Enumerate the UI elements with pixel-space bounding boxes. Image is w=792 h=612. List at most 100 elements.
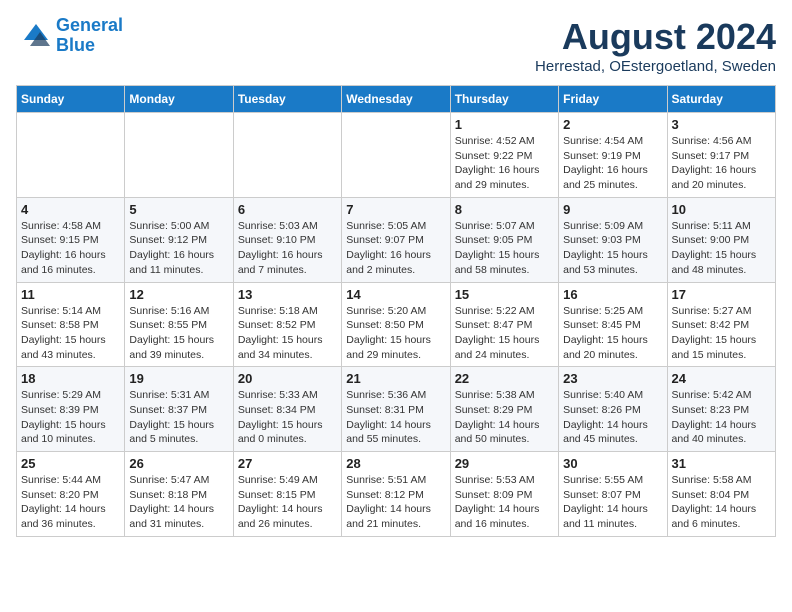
- weekday-header-row: Sunday Monday Tuesday Wednesday Thursday…: [17, 86, 776, 113]
- calendar-cell: 13 Sunrise: 5:18 AMSunset: 8:52 PMDayligh…: [233, 282, 341, 367]
- calendar-cell: 30 Sunrise: 5:55 AMSunset: 8:07 PMDayligh…: [559, 452, 667, 537]
- week-row-2: 4Sunrise: 4:58 AMSunset: 9:15 PMDaylight…: [17, 197, 776, 282]
- day-number: 28: [346, 456, 445, 471]
- calendar-cell: [233, 113, 341, 198]
- day-info: Sunrise: 5:55 AMSunset: 8:07 PMDaylight:…: [563, 473, 662, 532]
- day-info: Sunrise: 5:14 AMSunset: 8:58 PMDaylight:…: [21, 304, 120, 363]
- day-number: 17: [672, 287, 771, 302]
- calendar-cell: 25Sunrise: 5:44 AMSunset: 8:20 PMDayligh…: [17, 452, 125, 537]
- calendar-cell: 5 Sunrise: 5:00 AMSunset: 9:12 PMDaylight…: [125, 197, 233, 282]
- day-number: 30: [563, 456, 662, 471]
- calendar-cell: 10Sunrise: 5:11 AMSunset: 9:00 PMDayligh…: [667, 197, 775, 282]
- day-number: 21: [346, 371, 445, 386]
- day-info: Sunrise: 5:09 AMSunset: 9:03 PMDaylight:…: [563, 219, 662, 278]
- day-number: 11: [21, 287, 120, 302]
- calendar-cell: 18 Sunrise: 5:29 AMSunset: 8:39 PMDayligh…: [17, 367, 125, 452]
- day-info: Sunrise: 5:51 AMSunset: 8:12 PMDaylight:…: [346, 473, 445, 532]
- day-number: 15: [455, 287, 554, 302]
- day-number: 13: [238, 287, 337, 302]
- day-info: Sunrise: 5:33 AMSunset: 8:34 PMDaylight:…: [238, 388, 337, 447]
- calendar-cell: 11 Sunrise: 5:14 AMSunset: 8:58 PMDayligh…: [17, 282, 125, 367]
- day-number: 8: [455, 202, 554, 217]
- day-info: Sunrise: 5:53 AMSunset: 8:09 PMDaylight:…: [455, 473, 554, 532]
- logo-text: General Blue: [56, 16, 123, 56]
- calendar-cell: 6 Sunrise: 5:03 AMSunset: 9:10 PMDaylight…: [233, 197, 341, 282]
- header-wednesday: Wednesday: [342, 86, 450, 113]
- day-number: 23: [563, 371, 662, 386]
- day-info: Sunrise: 5:47 AMSunset: 8:18 PMDaylight:…: [129, 473, 228, 532]
- day-number: 6: [238, 202, 337, 217]
- day-number: 3: [672, 117, 771, 132]
- day-info: Sunrise: 5:44 AMSunset: 8:20 PMDaylight:…: [21, 473, 120, 532]
- day-info: Sunrise: 5:22 AMSunset: 8:47 PMDaylight:…: [455, 304, 554, 363]
- header-sunday: Sunday: [17, 86, 125, 113]
- day-info: Sunrise: 5:36 AMSunset: 8:31 PMDaylight:…: [346, 388, 445, 447]
- logo-icon: [16, 18, 52, 54]
- week-row-1: 1Sunrise: 4:52 AMSunset: 9:22 PMDaylight…: [17, 113, 776, 198]
- day-number: 16: [563, 287, 662, 302]
- day-info: Sunrise: 5:03 AMSunset: 9:10 PMDaylight:…: [238, 219, 337, 278]
- month-title: August 2024: [535, 16, 776, 58]
- day-info: Sunrise: 5:58 AMSunset: 8:04 PMDaylight:…: [672, 473, 771, 532]
- day-info: Sunrise: 5:31 AMSunset: 8:37 PMDaylight:…: [129, 388, 228, 447]
- calendar-cell: 3 Sunrise: 4:56 AMSunset: 9:17 PMDaylight…: [667, 113, 775, 198]
- day-number: 20: [238, 371, 337, 386]
- calendar-cell: 9Sunrise: 5:09 AMSunset: 9:03 PMDaylight…: [559, 197, 667, 282]
- calendar-cell: 12 Sunrise: 5:16 AMSunset: 8:55 PMDayligh…: [125, 282, 233, 367]
- day-info: Sunrise: 5:11 AMSunset: 9:00 PMDaylight:…: [672, 219, 771, 278]
- week-row-4: 18 Sunrise: 5:29 AMSunset: 8:39 PMDayligh…: [17, 367, 776, 452]
- calendar-cell: 21 Sunrise: 5:36 AMSunset: 8:31 PMDayligh…: [342, 367, 450, 452]
- header-tuesday: Tuesday: [233, 86, 341, 113]
- week-row-5: 25Sunrise: 5:44 AMSunset: 8:20 PMDayligh…: [17, 452, 776, 537]
- location-title: Herrestad, OEstergoetland, Sweden: [535, 58, 776, 75]
- calendar-cell: 23Sunrise: 5:40 AMSunset: 8:26 PMDayligh…: [559, 367, 667, 452]
- day-info: Sunrise: 5:16 AMSunset: 8:55 PMDaylight:…: [129, 304, 228, 363]
- day-info: Sunrise: 5:18 AMSunset: 8:52 PMDaylight:…: [238, 304, 337, 363]
- day-number: 26: [129, 456, 228, 471]
- day-number: 5: [129, 202, 228, 217]
- calendar-cell: 15 Sunrise: 5:22 AMSunset: 8:47 PMDayligh…: [450, 282, 558, 367]
- day-number: 18: [21, 371, 120, 386]
- calendar-cell: 14 Sunrise: 5:20 AMSunset: 8:50 PMDayligh…: [342, 282, 450, 367]
- calendar-cell: 26 Sunrise: 5:47 AMSunset: 8:18 PMDayligh…: [125, 452, 233, 537]
- calendar-cell: 1Sunrise: 4:52 AMSunset: 9:22 PMDaylight…: [450, 113, 558, 198]
- calendar-cell: 2Sunrise: 4:54 AMSunset: 9:19 PMDaylight…: [559, 113, 667, 198]
- logo: General Blue: [16, 16, 123, 56]
- header-monday: Monday: [125, 86, 233, 113]
- calendar-cell: 28 Sunrise: 5:51 AMSunset: 8:12 PMDayligh…: [342, 452, 450, 537]
- day-info: Sunrise: 5:27 AMSunset: 8:42 PMDaylight:…: [672, 304, 771, 363]
- title-block: August 2024 Herrestad, OEstergoetland, S…: [535, 16, 776, 75]
- page-header: General Blue August 2024 Herrestad, OEst…: [16, 16, 776, 75]
- day-info: Sunrise: 5:42 AMSunset: 8:23 PMDaylight:…: [672, 388, 771, 447]
- calendar-cell: 4Sunrise: 4:58 AMSunset: 9:15 PMDaylight…: [17, 197, 125, 282]
- day-number: 12: [129, 287, 228, 302]
- calendar-cell: 19Sunrise: 5:31 AMSunset: 8:37 PMDayligh…: [125, 367, 233, 452]
- day-number: 7: [346, 202, 445, 217]
- logo-line1: General: [56, 15, 123, 35]
- day-info: Sunrise: 5:29 AMSunset: 8:39 PMDaylight:…: [21, 388, 120, 447]
- calendar-cell: 27Sunrise: 5:49 AMSunset: 8:15 PMDayligh…: [233, 452, 341, 537]
- calendar-cell: 20 Sunrise: 5:33 AMSunset: 8:34 PMDayligh…: [233, 367, 341, 452]
- calendar-cell: [17, 113, 125, 198]
- day-number: 22: [455, 371, 554, 386]
- day-info: Sunrise: 5:00 AMSunset: 9:12 PMDaylight:…: [129, 219, 228, 278]
- calendar-cell: [342, 113, 450, 198]
- day-info: Sunrise: 5:05 AMSunset: 9:07 PMDaylight:…: [346, 219, 445, 278]
- header-saturday: Saturday: [667, 86, 775, 113]
- calendar-cell: 8Sunrise: 5:07 AMSunset: 9:05 PMDaylight…: [450, 197, 558, 282]
- calendar-cell: 22Sunrise: 5:38 AMSunset: 8:29 PMDayligh…: [450, 367, 558, 452]
- day-number: 4: [21, 202, 120, 217]
- calendar-cell: 24Sunrise: 5:42 AMSunset: 8:23 PMDayligh…: [667, 367, 775, 452]
- calendar-cell: 29 Sunrise: 5:53 AMSunset: 8:09 PMDayligh…: [450, 452, 558, 537]
- day-number: 1: [455, 117, 554, 132]
- day-info: Sunrise: 5:20 AMSunset: 8:50 PMDaylight:…: [346, 304, 445, 363]
- day-info: Sunrise: 4:56 AMSunset: 9:17 PMDaylight:…: [672, 134, 771, 193]
- day-number: 14: [346, 287, 445, 302]
- calendar-cell: 16Sunrise: 5:25 AMSunset: 8:45 PMDayligh…: [559, 282, 667, 367]
- calendar: Sunday Monday Tuesday Wednesday Thursday…: [16, 85, 776, 537]
- day-number: 29: [455, 456, 554, 471]
- day-number: 27: [238, 456, 337, 471]
- week-row-3: 11 Sunrise: 5:14 AMSunset: 8:58 PMDayligh…: [17, 282, 776, 367]
- calendar-cell: 7 Sunrise: 5:05 AMSunset: 9:07 PMDaylight…: [342, 197, 450, 282]
- day-number: 31: [672, 456, 771, 471]
